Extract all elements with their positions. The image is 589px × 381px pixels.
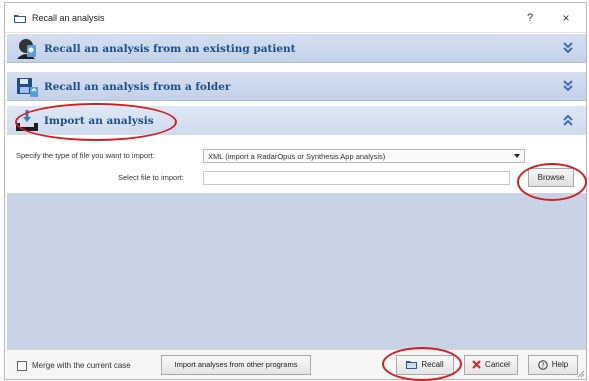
- content-area: [7, 193, 586, 349]
- window-title: Recall an analysis: [32, 13, 105, 23]
- cancel-button[interactable]: Cancel: [464, 355, 518, 375]
- red-x-icon: [472, 360, 481, 370]
- file-type-select[interactable]: XML (import a RadarOpus or Synthesis App…: [203, 149, 525, 163]
- section-from-folder[interactable]: Recall an analysis from a folder: [7, 72, 586, 101]
- select-file-label: Select file to import:: [118, 173, 184, 182]
- recall-label: Recall: [421, 360, 444, 369]
- browse-button[interactable]: Browse: [528, 168, 574, 187]
- help-circle-icon: ?: [538, 360, 548, 370]
- file-path-input[interactable]: [203, 171, 510, 185]
- title-bar: Recall an analysis ? ×: [5, 3, 586, 33]
- chevron-double-down-icon[interactable]: [562, 79, 574, 93]
- help-button[interactable]: ? Help: [528, 355, 578, 375]
- cancel-label: Cancel: [485, 360, 510, 369]
- patient-icon: [17, 39, 36, 59]
- resize-grip-icon[interactable]: [577, 370, 585, 378]
- merge-checkbox[interactable]: [17, 361, 27, 371]
- dialog-footer: Merge with the current case Import analy…: [7, 349, 586, 379]
- help-title-button[interactable]: ?: [524, 12, 536, 24]
- folder-save-icon: [17, 78, 38, 97]
- recall-analysis-dialog: Recall an analysis ? × Recall an analysi…: [4, 2, 587, 381]
- import-panel: Specify the type of file you want to imp…: [7, 135, 586, 193]
- folder-icon: [406, 361, 418, 370]
- chevron-double-down-icon[interactable]: [562, 41, 574, 55]
- dropdown-arrow-icon: [514, 154, 520, 158]
- import-other-programs-button[interactable]: Import analyses from other programs: [161, 355, 311, 375]
- file-type-label: Specify the type of file you want to imp…: [16, 151, 155, 160]
- section-label-from-folder: Recall an analysis from a folder: [44, 81, 231, 93]
- folder-icon: [14, 15, 26, 23]
- section-import-analysis[interactable]: Import an analysis: [7, 106, 586, 136]
- svg-text:?: ?: [541, 361, 545, 369]
- section-existing-patient[interactable]: Recall an analysis from an existing pati…: [7, 34, 586, 63]
- section-label-import-analysis: Import an analysis: [44, 115, 154, 127]
- chevron-double-up-icon[interactable]: [562, 113, 574, 127]
- merge-label: Merge with the current case: [32, 361, 131, 370]
- section-label-existing-patient: Recall an analysis from an existing pati…: [44, 43, 296, 55]
- import-tray-icon: [16, 110, 38, 131]
- close-button[interactable]: ×: [559, 11, 573, 25]
- help-label: Help: [551, 360, 569, 369]
- file-type-value: XML (import a RadarOpus or Synthesis App…: [208, 152, 386, 161]
- recall-button[interactable]: Recall: [396, 355, 454, 375]
